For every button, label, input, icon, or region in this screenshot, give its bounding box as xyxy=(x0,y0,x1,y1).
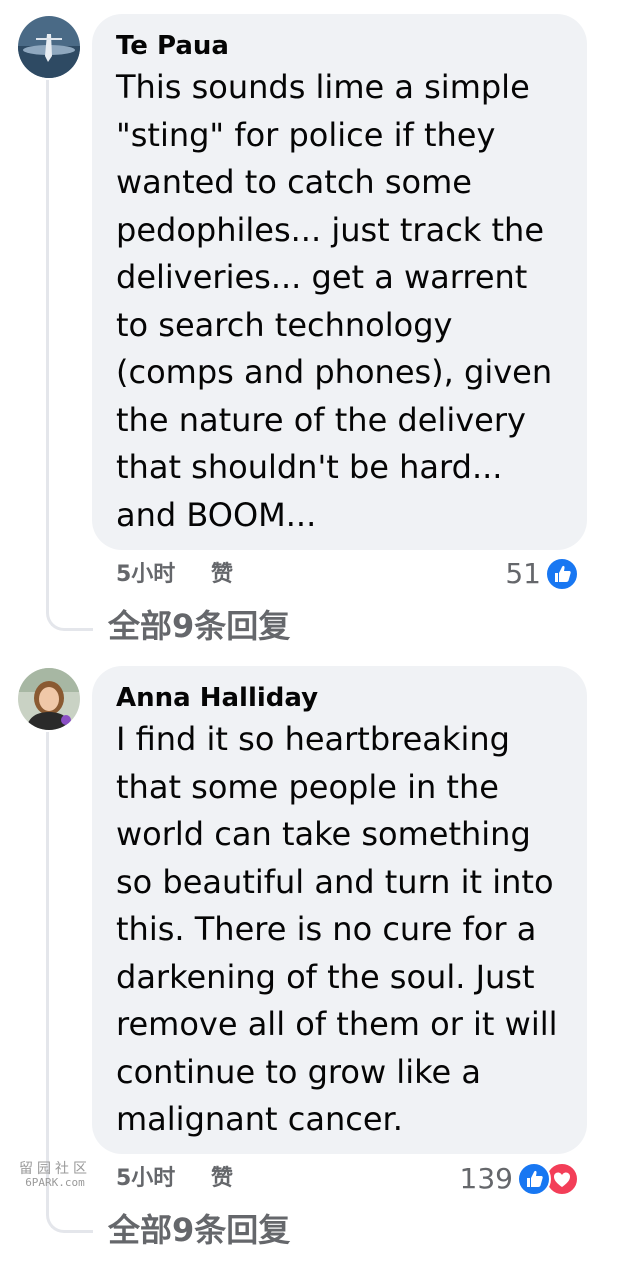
like-button[interactable]: 赞 xyxy=(211,1166,233,1191)
comment-author[interactable]: Te Paua xyxy=(116,30,563,62)
avatar[interactable] xyxy=(18,16,80,78)
comment-meta: 5小时 赞 xyxy=(116,1165,233,1193)
reaction-count: 51 xyxy=(505,557,541,590)
comment-meta: 5小时 赞 xyxy=(116,561,233,589)
comment-timestamp[interactable]: 5小时 xyxy=(116,562,175,587)
comment-timestamp[interactable]: 5小时 xyxy=(116,1166,175,1191)
comment-author[interactable]: Anna Halliday xyxy=(116,682,563,714)
comment-text: This sounds lime a simple "sting" for po… xyxy=(116,68,553,534)
watermark-top: 留园社区 xyxy=(19,1161,91,1177)
comment-text: I find it so heartbreaking that some peo… xyxy=(116,720,558,1138)
view-replies-link[interactable]: 全部9条回复 xyxy=(108,606,290,646)
like-icon xyxy=(517,1162,551,1196)
comment-bubble: Te Paua This sounds lime a simple "sting… xyxy=(92,14,587,550)
thread-line xyxy=(46,732,49,1210)
watermark: 留园社区 6PARK.com xyxy=(12,1162,98,1190)
comment-bubble: Anna Halliday I find it so heartbreaking… xyxy=(92,666,587,1154)
reaction-summary[interactable]: 139 xyxy=(460,1162,579,1196)
view-replies-link[interactable]: 全部9条回复 xyxy=(108,1210,290,1250)
reaction-count: 139 xyxy=(459,1162,513,1195)
reaction-summary[interactable]: 51 xyxy=(505,557,579,591)
watermark-bottom: 6PARK.com xyxy=(25,1176,85,1189)
avatar[interactable] xyxy=(18,668,80,730)
thread-connector xyxy=(46,606,93,631)
thread-line xyxy=(46,80,49,608)
like-icon xyxy=(545,557,579,591)
thread-connector xyxy=(46,1208,93,1233)
like-button[interactable]: 赞 xyxy=(211,562,233,587)
